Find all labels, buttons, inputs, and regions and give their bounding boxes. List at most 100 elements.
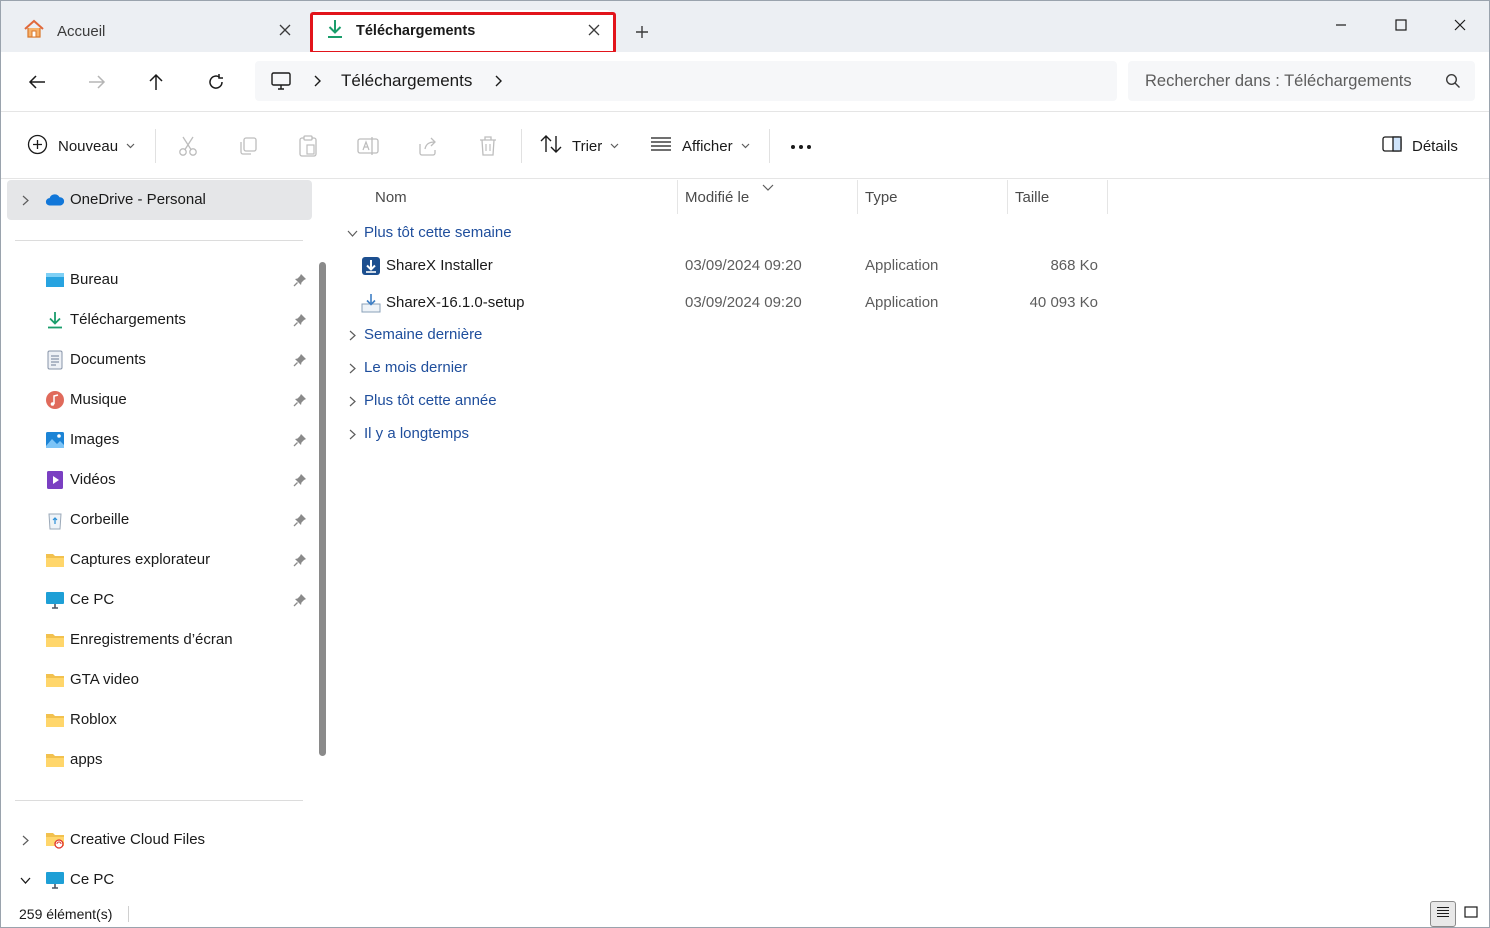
pin-icon[interactable] [293,393,307,407]
chevron-right-icon[interactable] [346,362,358,374]
sidebar-item-captures-explorateur[interactable]: Captures explorateur [1,540,313,580]
chevron-right-icon[interactable] [346,329,358,341]
sidebar-item-onedrive[interactable]: OneDrive - Personal [7,180,312,220]
chevron-right-icon[interactable] [494,75,506,87]
sidebar-item-images[interactable]: Images [1,420,313,460]
group-header-long-ago[interactable]: Il y a longtemps [332,419,932,449]
details-pane-button[interactable]: Détails [1382,130,1458,162]
column-header-modified[interactable]: Modifié le [685,180,749,214]
breadcrumb-telechargements[interactable]: Téléchargements [341,71,472,91]
sidebar-item-enregistrements-ecran[interactable]: Enregistrements d’écran [1,620,313,660]
chevron-down-icon[interactable] [19,874,31,886]
chevron-right-icon[interactable] [19,834,31,846]
pin-icon[interactable] [293,433,307,447]
rename-icon[interactable] [356,134,380,158]
sidebar-item-label: Images [70,431,120,448]
column-separator[interactable] [1107,180,1108,214]
file-name: ShareX Installer [386,257,493,274]
pin-icon[interactable] [293,513,307,527]
tab-accueil[interactable]: Accueil [9,10,305,52]
sidebar-item-ce-pc-tree[interactable]: Ce PC [1,860,313,900]
more-options-button[interactable] [789,130,813,162]
copy-icon[interactable] [236,134,260,158]
large-icons-view-icon [1464,906,1478,922]
tab-telechargements[interactable]: Téléchargements [312,10,614,52]
paste-icon[interactable] [296,134,320,158]
chevron-down-icon[interactable] [346,227,358,239]
chevron-right-icon[interactable] [346,428,358,440]
computer-icon[interactable] [271,70,293,92]
group-label: Semaine dernière [364,326,483,343]
sidebar-item-creative-cloud-files[interactable]: Creative Cloud Files [1,820,313,860]
pin-icon[interactable] [293,553,307,567]
file-row[interactable]: ShareX Installer 03/09/2024 09:20 Applic… [350,248,1110,284]
forward-button[interactable] [81,66,113,98]
plus-circle-icon [27,134,48,159]
sidebar-item-documents[interactable]: Documents [1,340,313,380]
new-button[interactable]: Nouveau [27,130,135,162]
large-icons-view-button[interactable] [1458,901,1484,927]
images-icon [45,430,65,450]
sidebar-item-videos[interactable]: Vidéos [1,460,313,500]
search-icon[interactable] [1445,73,1461,89]
up-button[interactable] [140,66,172,98]
sidebar-item-label: Creative Cloud Files [70,831,206,848]
refresh-button[interactable] [200,66,232,98]
column-separator[interactable] [857,180,858,214]
group-header-earlier-this-year[interactable]: Plus tôt cette année [332,386,932,416]
group-header-last-week[interactable]: Semaine dernière [332,320,932,350]
column-separator[interactable] [677,180,678,214]
sidebar-item-bureau[interactable]: Bureau [1,260,313,300]
group-header-last-month[interactable]: Le mois dernier [332,353,932,383]
close-window-button[interactable] [1438,9,1482,41]
search-box[interactable] [1128,61,1475,101]
new-tab-button[interactable] [631,21,653,43]
address-bar[interactable]: Téléchargements [255,61,1117,101]
close-tab-icon[interactable] [584,20,604,40]
sidebar-item-ce-pc[interactable]: Ce PC [1,580,313,620]
sidebar-item-roblox[interactable]: Roblox [1,700,313,740]
minimize-button[interactable] [1319,9,1363,41]
group-header-earlier-this-week[interactable]: Plus tôt cette semaine [332,218,932,248]
tab-label: Accueil [57,22,106,40]
documents-icon [45,350,65,370]
sidebar-item-label: OneDrive - Personal [70,191,206,208]
column-header-type[interactable]: Type [865,180,898,214]
column-header-name[interactable]: Nom [375,180,407,214]
pin-icon[interactable] [293,353,307,367]
cut-icon[interactable] [176,134,200,158]
view-button[interactable]: Afficher [650,130,750,162]
sidebar-item-label: Téléchargements [70,311,186,328]
back-button[interactable] [21,66,53,98]
sidebar-item-label: Musique [70,391,127,408]
installer-icon [360,255,382,277]
divider [15,240,303,241]
sidebar-item-musique[interactable]: Musique [1,380,313,420]
sidebar-scrollbar[interactable] [319,262,326,756]
maximize-button[interactable] [1379,9,1423,41]
sidebar-item-corbeille[interactable]: Corbeille [1,500,313,540]
sidebar-item-gta-video[interactable]: GTA video [1,660,313,700]
sidebar-item-apps[interactable]: apps [1,740,313,780]
column-header-size[interactable]: Taille [1015,180,1049,214]
close-tab-icon[interactable] [275,20,295,40]
sidebar-item-telechargements[interactable]: Téléchargements [1,300,313,340]
divider [15,800,303,801]
group-label: Le mois dernier [364,359,468,376]
file-row[interactable]: ShareX-16.1.0-setup 03/09/2024 09:20 App… [350,285,1110,321]
search-input[interactable] [1145,71,1430,91]
chevron-right-icon[interactable] [346,395,358,407]
details-view-button[interactable] [1430,901,1456,927]
share-icon[interactable] [416,134,440,158]
chevron-right-icon[interactable] [313,75,325,87]
chevron-right-icon[interactable] [19,194,31,206]
videos-icon [45,470,65,490]
pin-icon[interactable] [293,473,307,487]
pin-icon[interactable] [293,313,307,327]
column-separator[interactable] [1007,180,1008,214]
sort-button[interactable]: Trier [540,130,619,162]
delete-icon[interactable] [476,134,500,158]
music-icon [45,390,65,410]
pin-icon[interactable] [293,593,307,607]
pin-icon[interactable] [293,273,307,287]
